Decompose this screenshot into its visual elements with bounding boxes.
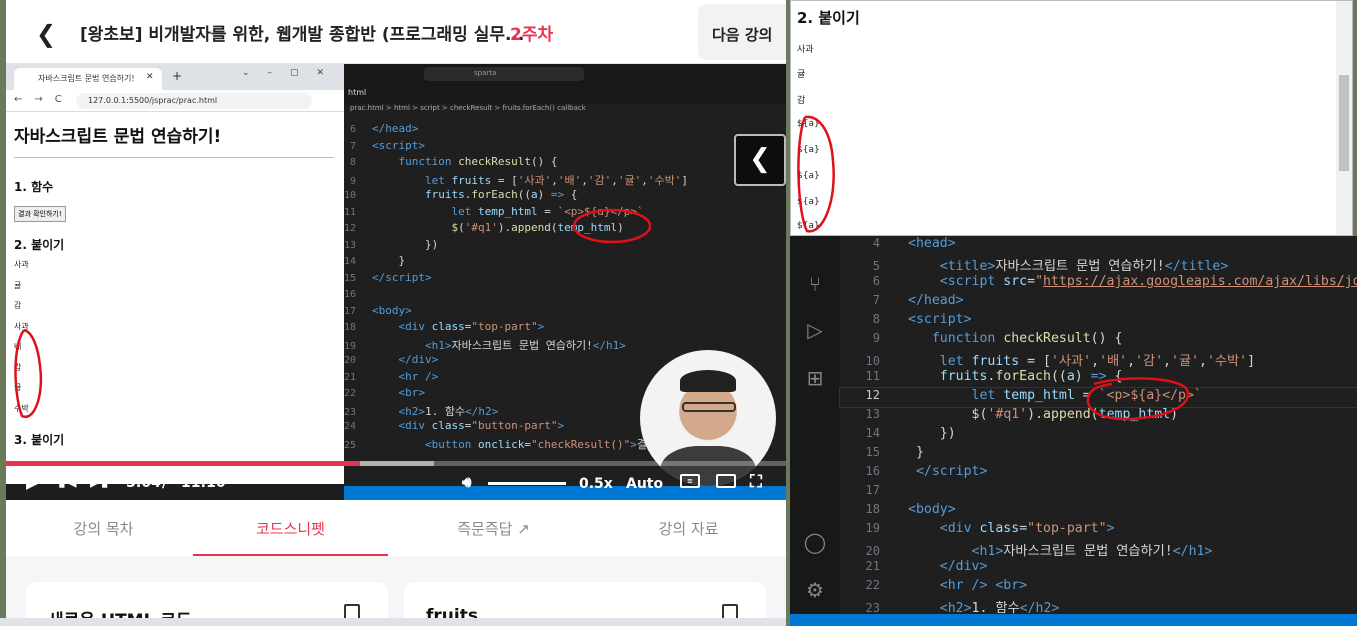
code-area[interactable]: 4 <head> 5 <title>자바스크립트 문법 연습하기!</title>… (839, 236, 1357, 616)
browser-nav-icons: ←→C (14, 94, 74, 105)
list-item: ${a} (797, 221, 820, 231)
code-editor: ⑂ ▷ ⊞ ◯ ⚙ 4 <head> 5 <title>자바스크립트 문법 연습하… (790, 236, 1357, 626)
editor-tab: html (348, 88, 367, 97)
list-item: 배 (14, 342, 22, 351)
tab-code-snippet[interactable]: 코드스니펫 (193, 500, 388, 556)
section-heading: 2. 붙이기 (14, 238, 65, 252)
external-link-icon: ↗ (517, 520, 530, 538)
quality-button[interactable]: Auto (626, 476, 663, 492)
volume-slider[interactable] (488, 482, 566, 485)
picture-in-picture-icon[interactable] (716, 474, 736, 488)
list-item: ${a} (797, 119, 820, 129)
tab-lecture-list[interactable]: 강의 목차 (6, 500, 201, 556)
list-item: ${a} (797, 145, 820, 155)
chevron-left-icon[interactable]: ❮ (36, 20, 56, 48)
list-item: 사과 (14, 260, 29, 269)
list-item: 감 (14, 301, 22, 310)
time-separator: / (162, 475, 168, 491)
statusbar (790, 614, 1357, 626)
week-label: 2주차 (510, 25, 554, 45)
list-item: 사과 (797, 45, 814, 55)
list-item: ${a} (797, 197, 820, 207)
recorded-page-content: 자바스크립트 문법 연습하기! 1. 함수 결과 확인하기! 2. 붙이기 사과… (14, 122, 334, 454)
section-heading: 3. 붙이기 (14, 433, 65, 447)
course-header: ❮ [왕초보] 비개발자를 위한, 웹개발 종합반 (프로그래밍 실무... 2… (6, 0, 786, 64)
webcam-glasses (682, 402, 736, 412)
editor-search: sparta (424, 67, 584, 81)
recorded-browser: 자바스크립트 문법 연습하기! ✕ + ⌄–▢✕ ←→C 127.0.0.1:5… (6, 64, 344, 484)
url-field: 127.0.0.1:5500/jsprac/prac.html (76, 93, 312, 109)
plus-icon: + (172, 69, 183, 83)
speed-button[interactable]: 0.5x (579, 476, 613, 492)
list-item: ${a} (797, 171, 820, 181)
tab-materials[interactable]: 강의 자료 (591, 500, 786, 556)
browser-tab-strip: 자바스크립트 문법 연습하기! ✕ + ⌄–▢✕ (6, 64, 344, 90)
check-result-button: 결과 확인하기! (14, 206, 66, 222)
breadcrumb: prac.html > html > script > checkResult … (350, 104, 586, 112)
gear-icon[interactable]: ⚙ (802, 578, 828, 604)
skip-back-icon[interactable]: ▮◀ (58, 474, 76, 490)
taskbar-strip (0, 618, 786, 626)
list-item: 귤 (14, 280, 22, 290)
video-player[interactable]: 자바스크립트 문법 연습하기! ✕ + ⌄–▢✕ ←→C 127.0.0.1:5… (6, 64, 786, 500)
list-item: 수박 (14, 403, 29, 413)
player-controls: ▶ ▮◀ ▶▮ 5:04 / 11:10 🔊︎ 0.5x Auto ≡ ⛶ (6, 466, 786, 500)
section-heading: 2. 붙이기 (797, 9, 860, 27)
browser-tab: 자바스크립트 문법 연습하기! (14, 68, 162, 90)
activity-bar: ⑂ ▷ ⊞ ◯ ⚙ (790, 236, 840, 626)
editor-tabs: html (344, 84, 786, 104)
list-item: 감 (14, 362, 22, 372)
run-debug-icon[interactable]: ▷ (802, 318, 828, 344)
skip-forward-icon[interactable]: ▶▮ (90, 474, 108, 490)
next-lecture-button[interactable]: 다음 강의 (698, 4, 786, 60)
volume-icon[interactable]: 🔊︎ (462, 473, 471, 491)
captions-icon[interactable]: ≡ (680, 474, 700, 488)
close-icon: ✕ (146, 72, 154, 82)
tab-qna[interactable]: 즉문즉답 ↗ (396, 500, 591, 556)
extensions-icon[interactable]: ⊞ (802, 366, 828, 392)
list-item: 사과 (14, 321, 29, 331)
play-icon[interactable]: ▶ (26, 474, 38, 492)
total-time: 11:10 (181, 475, 226, 491)
prev-slide-button[interactable]: ❮ (734, 134, 786, 186)
scrollbar-thumb[interactable] (1339, 75, 1349, 171)
list-item: 귤 (14, 383, 22, 392)
divider (14, 157, 334, 158)
list-item: 귤 (797, 70, 806, 80)
page-heading: 자바스크립트 문법 연습하기! (14, 127, 222, 147)
lecture-tabs: 강의 목차 코드스니펫 즉문즉답 ↗ 강의 자료 (6, 500, 786, 556)
browser-address-bar: ←→C 127.0.0.1:5500/jsprac/prac.html (6, 90, 344, 112)
fullscreen-icon[interactable]: ⛶ (750, 472, 762, 492)
course-page: ❮ [왕초보] 비개발자를 위한, 웹개발 종합반 (프로그래밍 실무... 2… (6, 0, 786, 626)
tab-qna-label: 즉문즉답 (457, 520, 513, 538)
source-control-icon[interactable]: ⑂ (802, 272, 828, 298)
list-item: 감 (797, 96, 806, 106)
scrollbar[interactable] (1336, 1, 1352, 235)
section-heading: 1. 함수 (14, 180, 54, 194)
current-line-number: 12 (865, 388, 880, 402)
webcam-hair (680, 370, 736, 392)
editor-titlebar: sparta (344, 64, 786, 84)
next-lecture-label: 다음 강의 (712, 26, 773, 44)
result-browser: 2. 붙이기 사과 귤 감 ${a} ${a} ${a} ${a} ${a} (790, 0, 1353, 236)
account-icon[interactable]: ◯ (802, 530, 828, 556)
current-time: 5:04 (126, 475, 161, 491)
window-controls-icon: ⌄–▢✕ (242, 68, 343, 78)
course-title: [왕초보] 비개발자를 위한, 웹개발 종합반 (프로그래밍 실무... (80, 25, 525, 45)
